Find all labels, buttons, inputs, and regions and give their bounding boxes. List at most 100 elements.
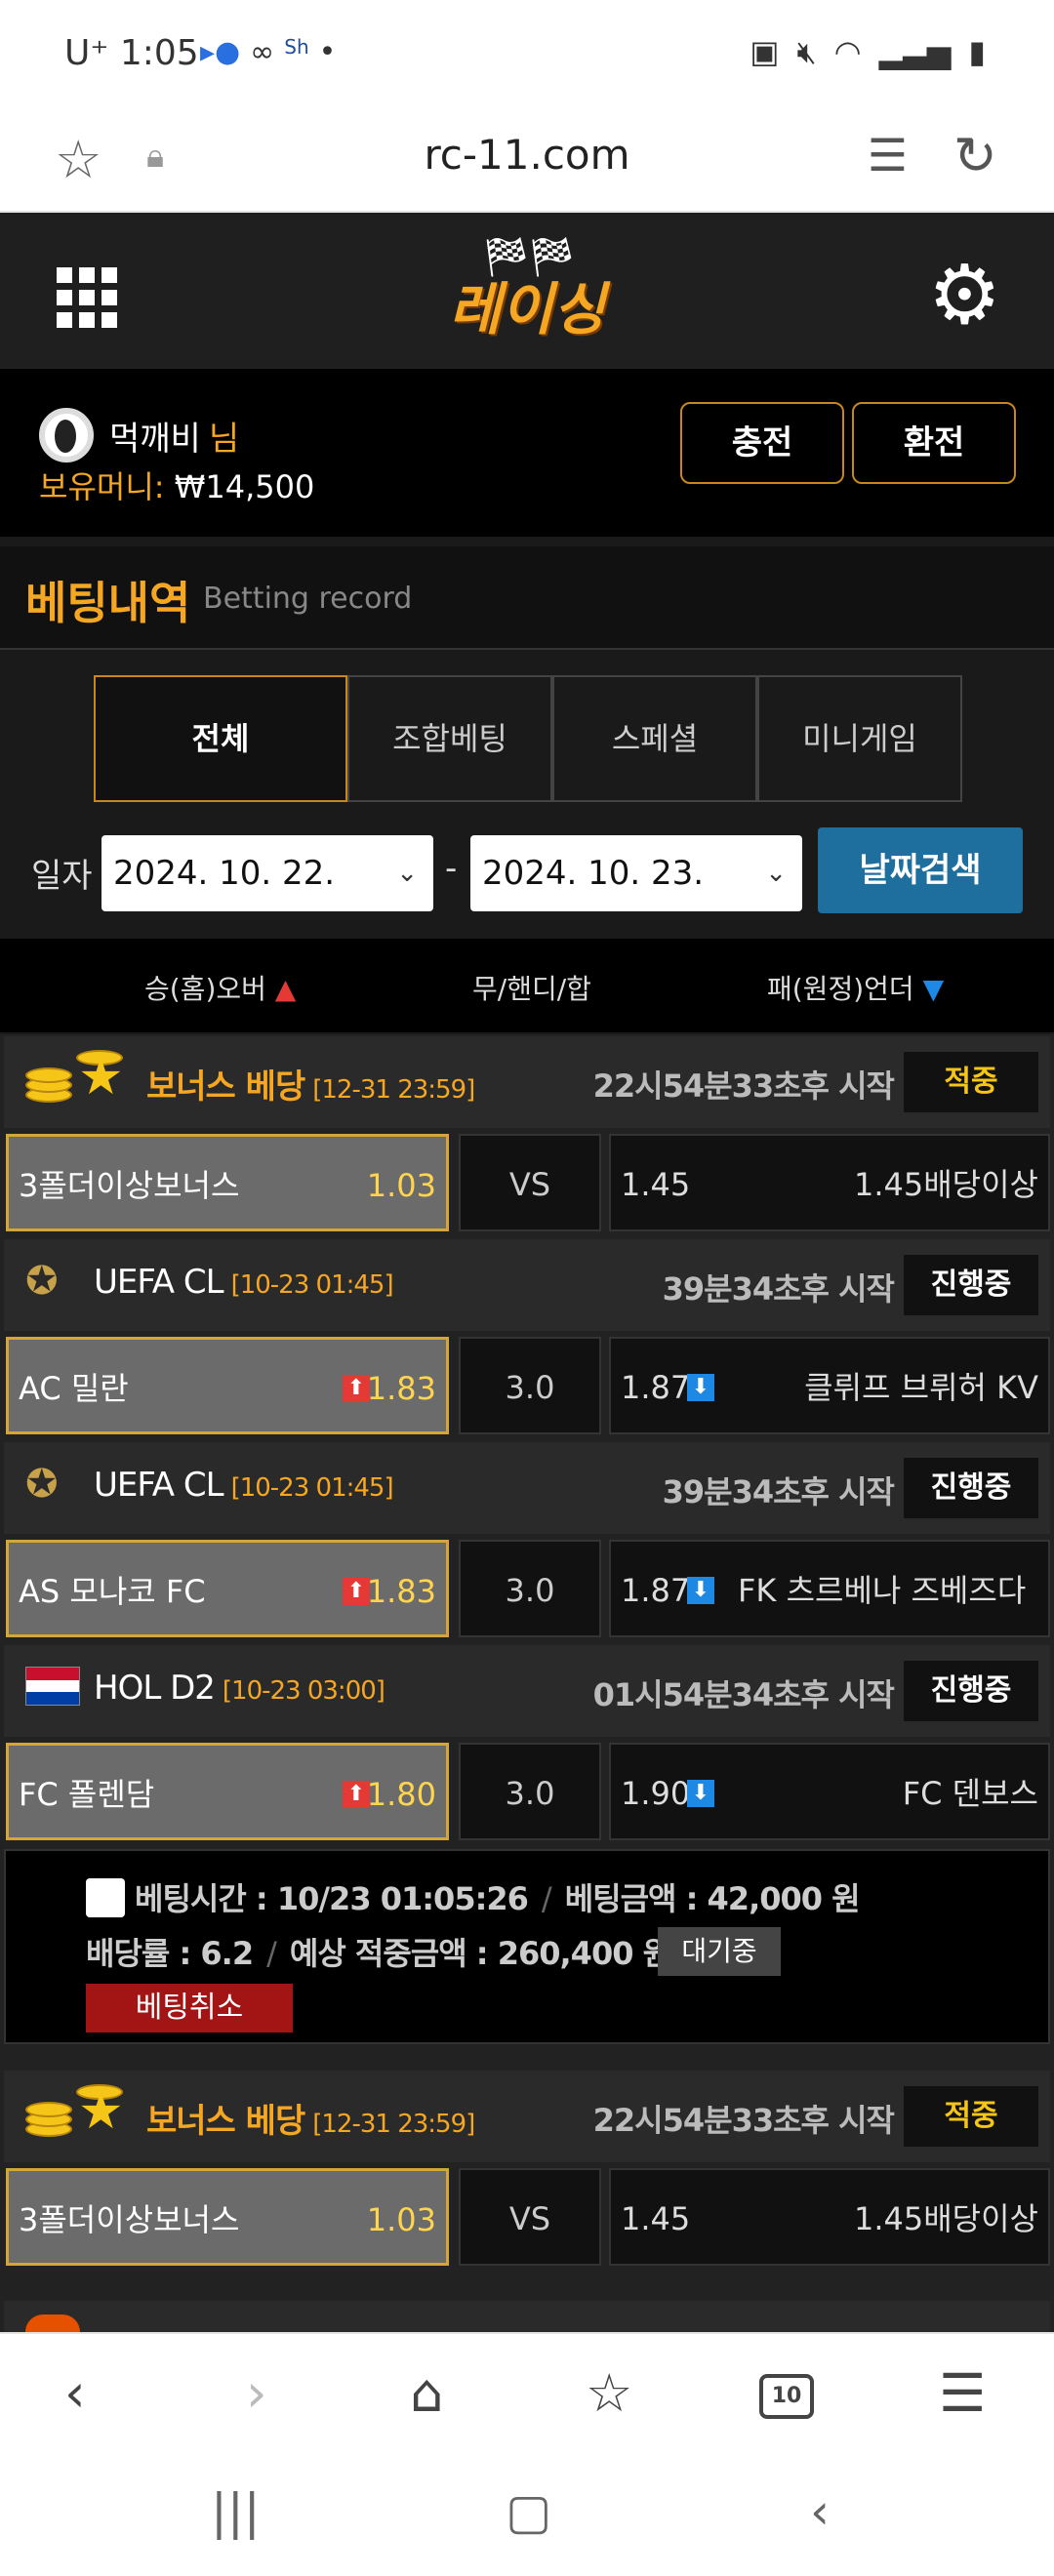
tab-all[interactable]: 전체 [94, 675, 347, 802]
date-search-button[interactable]: 날짜검색 [818, 827, 1023, 913]
status-badge: 진행중 [904, 1255, 1038, 1315]
draw-cell[interactable]: 3.0 [459, 1540, 601, 1637]
bet-amount: 베팅금액 : 42,000 원 [564, 1880, 861, 1917]
champions-league-icon: ✪ [25, 1462, 59, 1507]
bet-list: ★ 보너스 베당 [12-31 23:59] 22시54분33초후 시작 적중 3… [0, 1034, 1054, 2332]
away-odd: 1.87 [621, 1369, 691, 1406]
chevron-down-icon: ⌄ [396, 859, 418, 888]
home-odd: 1.03 [366, 1167, 436, 1204]
page-subtitle: Betting record [203, 582, 413, 616]
forward-icon[interactable]: › [246, 2359, 267, 2428]
game-header: ✪ UEFA CL [10-23 01:45] 39분34초후 시작 진행중 [4, 1239, 1050, 1331]
game-header: ✪ UEFA CL [10-23 01:45] 39분34초후 시작 진행중 [4, 1442, 1050, 1534]
draw-cell[interactable]: 3.0 [459, 1743, 601, 1840]
away-odd: 1.45 [621, 1166, 691, 1203]
coins-star-icon: ★ [21, 1050, 129, 1112]
bet-row: 3폴더이상보너스 1.03 VS 1.45 1.45배당이상 [4, 1134, 1050, 1231]
money-label: 보유머니: [39, 468, 175, 505]
date-to-value: 2024. 10. 23. [482, 854, 705, 893]
away-pick[interactable]: 1.45 1.45배당이상 [609, 1134, 1050, 1231]
netherlands-flag-icon [25, 1667, 80, 1706]
back-button-icon[interactable]: ‹ [810, 2482, 830, 2541]
arrow-down-icon: ⬇ [687, 1780, 714, 1807]
reader-mode-icon[interactable]: ☰ [868, 129, 908, 181]
checkered-flags-icon: 🏁︎🏁︎ [481, 235, 577, 280]
charge-button[interactable]: 충전 [680, 402, 844, 484]
bet-type-tabs: 전체 조합베팅 스페셜 미니게임 [94, 675, 962, 802]
exchange-button[interactable]: 환전 [852, 402, 1016, 484]
site-header: 🏁︎🏁︎ 레이싱 ⚙ [0, 213, 1054, 369]
date-from-value: 2024. 10. 22. [113, 854, 336, 893]
tab-minigame[interactable]: 미니게임 [757, 675, 962, 802]
pending-badge: 대기중 [658, 1927, 781, 1976]
settings-gear-icon[interactable]: ⚙ [928, 254, 1001, 336]
game-header: HOL D2 [10-23 03:00] 01시54분34초후 시작 진행중 [4, 1645, 1050, 1737]
battery-saver-icon: ▣ [750, 33, 780, 70]
draw-cell[interactable]: VS [459, 2168, 601, 2266]
countdown: 39분34초후 시작 [662, 1473, 895, 1510]
brand-name: 레이싱 [448, 276, 606, 342]
home-pick[interactable]: 3폴더이상보너스 1.03 [6, 2168, 449, 2266]
bet-row: FC 폴렌담 ⬆ 1.80 3.0 1.90 ⬇ FC 덴보스 [4, 1743, 1050, 1840]
cancel-bet-button[interactable]: 베팅취소 [86, 1984, 293, 2033]
champions-league-icon: ✪ [25, 1259, 59, 1304]
countdown: 22시54분33초후 시작 [592, 2102, 895, 2139]
bet-row: AS 모나코 FC ⬆ 1.83 3.0 1.87 ⬇ FK 츠르베나 즈베즈다 [4, 1540, 1050, 1637]
away-pick[interactable]: 1.87 ⬇ FK 츠르베나 즈베즈다 [609, 1540, 1050, 1637]
home-pick[interactable]: FC 폴렌담 ⬆ 1.80 [6, 1743, 449, 1840]
home-button-icon[interactable]: ▢ [506, 2482, 551, 2541]
home-pick[interactable]: AC 밀란 ⬆ 1.83 [6, 1337, 449, 1434]
away-name: 클뤼프 브뤼허 KV [804, 1369, 1038, 1406]
menu-grid-icon[interactable] [57, 267, 117, 328]
status-time: U⁺ 1:05 [64, 33, 199, 73]
draw-cell[interactable]: 3.0 [459, 1337, 601, 1434]
site-logo[interactable]: 🏁︎🏁︎ 레이싱 [429, 234, 625, 351]
home-icon[interactable]: ⌂ [410, 2359, 443, 2428]
media-icon: ▸● [200, 35, 241, 69]
game-time: [10-23 01:45] [230, 1270, 394, 1300]
date-to-select[interactable]: 2024. 10. 23. ⌄ [470, 835, 802, 911]
countdown: 22시54분33초후 시작 [592, 1067, 895, 1105]
away-odd: 1.45 [621, 2200, 691, 2237]
money-value: ₩14,500 [174, 468, 315, 505]
away-name: FC 덴보스 [902, 1775, 1038, 1812]
user-info-bar: 먹깨비 님 보유머니: ₩14,500 충전 환전 [0, 369, 1054, 537]
recent-apps-icon[interactable]: ||| [211, 2482, 261, 2541]
league-name: 보너스 베당 [12-31 23:59] [146, 1067, 475, 1107]
money-balance: 보유머니: ₩14,500 [39, 463, 314, 507]
wifi-icon: ◠ [833, 33, 862, 70]
bet-odds: 배당률 : 6.2 [86, 1935, 254, 1972]
away-pick[interactable]: 1.87 ⬇ 클뤼프 브뤼허 KV [609, 1337, 1050, 1434]
infinity-icon: ∞ [250, 35, 275, 69]
status-badge: 적중 [904, 1052, 1038, 1112]
game-header-partial [4, 2301, 1050, 2332]
dot-icon: • [318, 35, 337, 69]
select-checkbox[interactable] [86, 1878, 125, 1917]
away-pick[interactable]: 1.45 1.45배당이상 [609, 2168, 1050, 2266]
triangle-down-icon: ▼ [922, 973, 945, 1005]
draw-cell[interactable]: VS [459, 1134, 601, 1231]
menu-icon[interactable]: ☰ [939, 2359, 986, 2428]
reload-icon[interactable]: ↻ [953, 125, 997, 186]
avatar [39, 408, 94, 463]
date-from-select[interactable]: 2024. 10. 22. ⌄ [101, 835, 433, 911]
bookmarks-icon[interactable]: ☆ [586, 2359, 632, 2428]
back-icon[interactable]: ‹ [64, 2359, 86, 2428]
system-icons: ▣ 🔇︎ ◠ ▂▃▅ ▮ [750, 33, 986, 71]
honorific: 님 [208, 420, 240, 459]
mute-icon: 🔇︎ [796, 33, 817, 70]
game-time: [12-31 23:59] [312, 2110, 475, 2139]
tabs-icon[interactable]: 10 [759, 2359, 814, 2428]
basketball-icon [25, 2314, 80, 2332]
away-name: 1.45배당이상 [853, 2200, 1038, 2237]
system-nav-bar: ||| ▢ ‹ [0, 2459, 1054, 2576]
app-icon: Sh [284, 35, 309, 59]
away-pick[interactable]: 1.90 ⬇ FC 덴보스 [609, 1743, 1050, 1840]
home-pick[interactable]: 3폴더이상보너스 1.03 [6, 1134, 449, 1231]
countdown: 01시54분34초후 시작 [592, 1676, 895, 1713]
status-bar: U⁺ 1:05 ▸● ∞ Sh • ▣ 🔇︎ ◠ ▂▃▅ ▮ [0, 0, 1054, 107]
tab-combo[interactable]: 조합베팅 [347, 675, 552, 802]
home-pick[interactable]: AS 모나코 FC ⬆ 1.83 [6, 1540, 449, 1637]
away-odd: 1.87 [621, 1572, 691, 1609]
tab-special[interactable]: 스페셜 [552, 675, 757, 802]
